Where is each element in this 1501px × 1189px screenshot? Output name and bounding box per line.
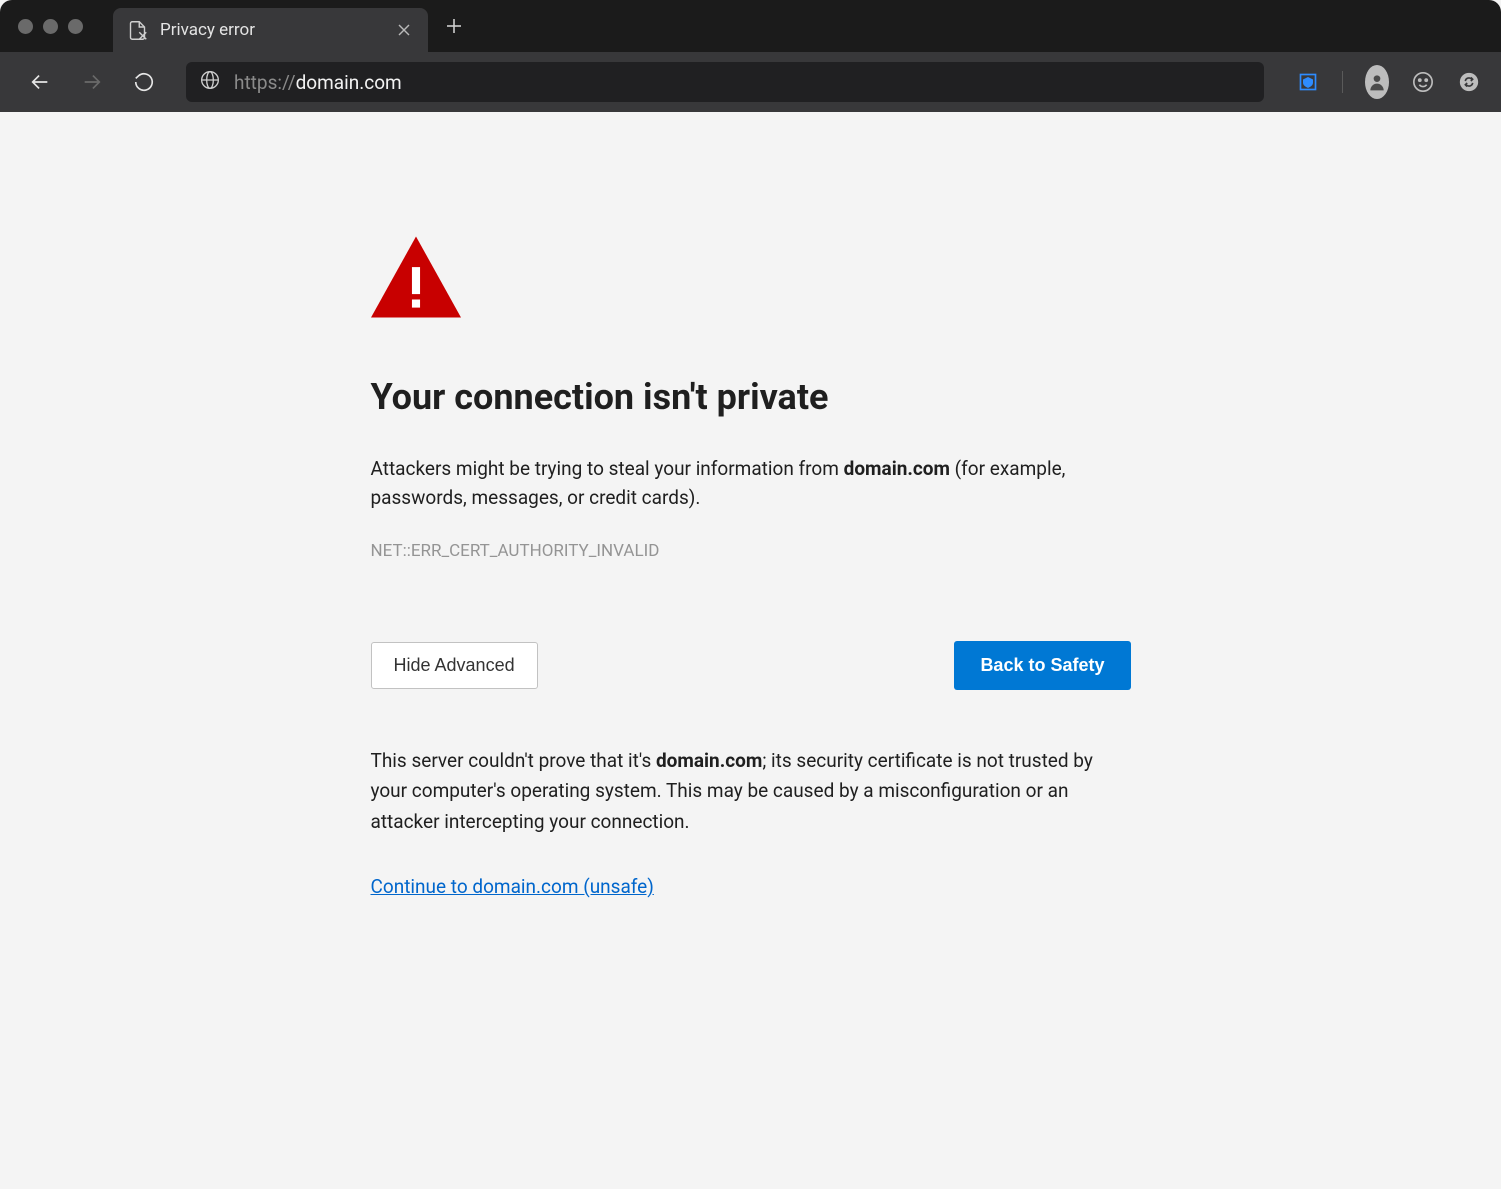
titlebar: Privacy error — [0, 0, 1501, 52]
url-scheme: https:// — [234, 71, 296, 94]
insecure-page-icon — [127, 20, 148, 41]
page-content: Your connection isn't private Attackers … — [0, 112, 1501, 1189]
close-tab-button[interactable] — [394, 16, 414, 45]
tab-privacy-error[interactable]: Privacy error — [113, 8, 428, 52]
profile-button[interactable] — [1365, 70, 1389, 94]
address-bar[interactable]: https://domain.com — [186, 62, 1264, 102]
error-code: NET::ERR_CERT_AUTHORITY_INVALID — [371, 541, 1131, 561]
browser-window: Privacy error https://domain.com — [0, 0, 1501, 1189]
desc-domain: domain.com — [844, 457, 950, 480]
sync-icon[interactable] — [1457, 70, 1481, 94]
forward-button[interactable] — [72, 62, 112, 102]
error-description: Attackers might be trying to steal your … — [371, 454, 1131, 513]
desc-pre: Attackers might be trying to steal your … — [371, 457, 844, 480]
site-info-icon[interactable] — [200, 70, 220, 94]
back-button[interactable] — [20, 62, 60, 102]
url-host: domain.com — [296, 71, 402, 94]
tracking-prevention-icon[interactable] — [1296, 70, 1320, 94]
adv-pre: This server couldn't prove that it's — [371, 749, 656, 772]
minimize-window-button[interactable] — [43, 19, 58, 34]
refresh-button[interactable] — [124, 62, 164, 102]
close-window-button[interactable] — [18, 19, 33, 34]
avatar-icon — [1365, 65, 1389, 99]
feedback-icon[interactable] — [1411, 70, 1435, 94]
adv-domain: domain.com — [656, 749, 762, 772]
error-heading: Your connection isn't private — [371, 376, 1131, 418]
button-row: Hide Advanced Back to Safety — [371, 641, 1131, 690]
privacy-error-page: Your connection isn't private Attackers … — [351, 112, 1151, 958]
maximize-window-button[interactable] — [68, 19, 83, 34]
tab-title: Privacy error — [160, 20, 394, 40]
proceed-unsafe-link[interactable]: Continue to domain.com (unsafe) — [371, 875, 654, 898]
back-to-safety-button[interactable]: Back to Safety — [954, 641, 1130, 690]
browser-toolbar: https://domain.com — [0, 52, 1501, 112]
new-tab-button[interactable] — [428, 2, 480, 50]
window-controls — [18, 19, 83, 34]
warning-icon — [371, 232, 1131, 326]
advanced-explanation: This server couldn't prove that it's dom… — [371, 746, 1131, 837]
tab-strip: Privacy error — [113, 0, 480, 52]
toolbar-divider — [1342, 71, 1343, 93]
hide-advanced-button[interactable]: Hide Advanced — [371, 642, 538, 689]
toolbar-right — [1296, 70, 1481, 94]
